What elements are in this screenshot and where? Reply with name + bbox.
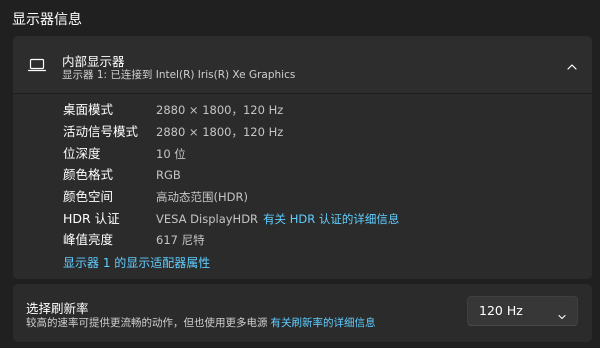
refresh-rate-selected-value: 120 Hz [479, 303, 523, 318]
refresh-rate-card: 选择刷新率 较高的速率可提供更流畅的动作，但也使用更多电源 有关刷新率的详细信息 … [13, 284, 592, 342]
info-value: 高动态范围(HDR) [156, 190, 248, 204]
info-label: 颜色空间 [63, 189, 114, 204]
info-value: 617 尼特 [156, 233, 205, 247]
info-value: VESA DisplayHDR [156, 212, 259, 226]
info-value: RGB [156, 168, 181, 182]
laptop-icon [27, 57, 47, 72]
info-value: 2880 × 1800，120 Hz [156, 125, 284, 139]
info-value: 2880 × 1800，120 Hz [156, 103, 284, 117]
info-row-color-space: 颜色空间 高动态范围(HDR) [13, 187, 592, 207]
info-label: 桌面模式 [63, 102, 114, 117]
internal-display-card: 内部显示器 显示器 1: 已连接到 Intel(R) Iris(R) Xe Gr… [13, 36, 592, 279]
info-value: 10 位 [156, 147, 186, 161]
card-divider [13, 93, 592, 94]
info-label: 位深度 [63, 146, 101, 161]
refresh-rate-dropdown[interactable]: 120 Hz [467, 296, 578, 326]
refresh-rate-description: 较高的速率可提供更流畅的动作，但也使用更多电源 有关刷新率的详细信息 [26, 315, 376, 330]
info-label: 峰值亮度 [63, 232, 114, 247]
info-value-with-link: VESA DisplayHDR 有关 HDR 认证的详细信息 [156, 209, 399, 229]
page-section-title: 显示器信息 [12, 12, 82, 28]
info-row-desktop-mode: 桌面模式 2880 × 1800，120 Hz [13, 100, 592, 120]
chevron-up-icon[interactable] [566, 58, 578, 70]
display-adapter-properties-link[interactable]: 显示器 1 的显示适配器属性 [63, 254, 210, 271]
info-row-bit-depth: 位深度 10 位 [13, 144, 592, 164]
info-label: 活动信号模式 [63, 124, 139, 139]
info-row-color-format: 颜色格式 RGB [13, 165, 592, 185]
refresh-rate-info-link[interactable]: 有关刷新率的详细信息 [271, 317, 376, 329]
refresh-rate-description-text: 较高的速率可提供更流畅的动作，但也使用更多电源 [26, 317, 268, 329]
display-card-header[interactable]: 内部显示器 显示器 1: 已连接到 Intel(R) Iris(R) Xe Gr… [13, 36, 592, 93]
display-subtitle: 显示器 1: 已连接到 Intel(R) Iris(R) Xe Graphics [62, 69, 296, 81]
info-row-peak-brightness: 峰值亮度 617 尼特 [13, 230, 592, 250]
info-label: 颜色格式 [63, 167, 114, 182]
hdr-certification-link[interactable]: 有关 HDR 认证的详细信息 [263, 212, 399, 226]
info-row-hdr-certification: HDR 认证 VESA DisplayHDR 有关 HDR 认证的详细信息 [13, 209, 592, 229]
chevron-down-icon [557, 307, 567, 320]
info-label: HDR 认证 [63, 211, 120, 226]
info-row-active-signal-mode: 活动信号模式 2880 × 1800，120 Hz [13, 122, 592, 142]
